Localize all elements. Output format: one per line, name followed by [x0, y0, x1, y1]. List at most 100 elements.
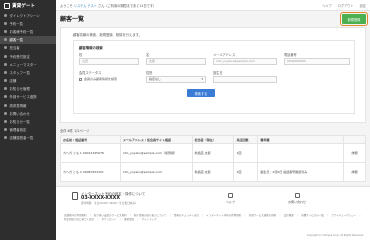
gender-field: 性別 指定なし ▾: [146, 70, 206, 83]
field-label: メールアドレス: [213, 53, 236, 57]
register-button[interactable]: 新規登録: [340, 12, 368, 26]
customer-phone: 09087654321: [82, 170, 104, 174]
sidebar-item-label: 店舗: [9, 79, 17, 84]
column-header: メールアドレス / 仮会員サイト確認: [119, 135, 193, 144]
status-field: 会員ステータス: [79, 70, 139, 76]
sidebar-item[interactable]: 外部サービス連携: [0, 93, 56, 101]
sidebar-item[interactable]: 予約受付設定: [0, 52, 56, 60]
sidebar-item-label: お客様予約一覧: [9, 29, 34, 34]
menu-icon: [4, 120, 7, 124]
sidebar-item[interactable]: お客様予約一覧: [0, 27, 56, 35]
results-count: 全件:6件 1/2ページ: [60, 129, 90, 133]
customer-name-link[interactable]: カヘガ とも 2: [63, 170, 82, 174]
footer-contact[interactable]: お問い合わせ: [288, 193, 306, 204]
menu-icon: [4, 103, 7, 107]
column-header: [343, 135, 366, 144]
customer-table: お名前 / 電話番号 メールアドレス / 仮会員サイト確認 担当者（現在） 来店…: [60, 135, 366, 182]
sidebar-item[interactable]: ダイレクトアシーン: [0, 11, 56, 19]
checkbox-icon[interactable]: [79, 77, 82, 81]
menu-icon: [4, 13, 7, 17]
phone-icon: [72, 192, 78, 200]
menu-icon: [4, 95, 7, 99]
customer-name-link[interactable]: カヘガ とも 1: [63, 151, 82, 155]
last-name-field: 姓 山田: [79, 52, 139, 65]
sidebar-item-label: スタッフ一覧: [9, 70, 30, 75]
checkbox-label: 会員のみ顧客情報を検索: [84, 77, 118, 81]
note-cell: [257, 143, 344, 163]
copyright: Copyright (c) Sample Corp. All Rights Re…: [306, 234, 364, 237]
sidebar-item[interactable]: お知らせ管理: [0, 85, 56, 93]
sidebar-item-label: 顧客一覧: [9, 38, 24, 43]
detail-button[interactable]: 詳細: [343, 143, 366, 163]
sidebar-item[interactable]: 顧客一覧: [0, 35, 56, 44]
sidebar-item[interactable]: 管理者設定: [0, 126, 56, 134]
sidebar: 賃貸ゲート ダイレクトアシーン 予約一覧 お客様予約一覧 顧客一覧 担当者 予約…: [0, 0, 56, 240]
footer-links[interactable]: 店舗様向け利用規約 ｜ 取り扱い支援のサービス規約 ｜ 個人情報の取り扱いについ…: [64, 214, 364, 221]
menu-icon: [4, 62, 7, 66]
customer-cell: カヘガ とも 2 09087654321: [60, 162, 121, 182]
visits-cell: 1回: [233, 162, 259, 182]
visits-cell: 1回: [233, 143, 259, 163]
sidebar-item[interactable]: メニューマスター: [0, 60, 56, 68]
sidebar-item-label: お知らせ一覧: [9, 120, 30, 125]
sidebar-item-label: 店舗運営者一覧: [9, 136, 34, 141]
search-card: 顧客情報の検索、新規登録、削除を行えます。 顧客情報の検索 姓 山田 名 太郎 …: [60, 27, 366, 123]
top-links: ヘルプ ログアウト 設定: [322, 3, 366, 8]
sidebar-item[interactable]: 店舗運営者一覧: [0, 134, 56, 142]
logout-link[interactable]: ログアウト: [338, 3, 354, 8]
menu-icon: [4, 79, 7, 83]
sidebar-item[interactable]: 予約一覧: [0, 19, 56, 27]
column-header: 備考欄: [257, 135, 344, 144]
menu-icon: [4, 46, 7, 50]
menu-icon: [4, 136, 7, 140]
column-header: 来店回数: [233, 135, 259, 144]
sidebar-item-label: ダイレクトアシーン: [9, 13, 40, 18]
sidebar-item[interactable]: お問い合わせ: [0, 109, 56, 117]
contact-block: インターネット予約の設定・操作について 03-XXXX-XXXX 受付時間 平日…: [72, 191, 145, 205]
sidebar-item-label: 予約一覧: [9, 21, 24, 26]
sidebar-item[interactable]: 請求書情報: [0, 101, 56, 109]
page-title: 顧客一覧: [60, 16, 85, 23]
field-label: 誕生日: [213, 71, 223, 75]
detail-button[interactable]: 詳細: [343, 162, 366, 182]
help-link[interactable]: ヘルプ: [322, 3, 332, 8]
sidebar-item-label: メニューマスター: [9, 62, 37, 67]
field-label: 電話番号: [284, 53, 297, 57]
email-input[interactable]: info_yoyaku@sample.com: [213, 57, 277, 65]
search-form: 顧客情報の検索 姓 山田 名 太郎 メールアドレス info_yoyaku@sa…: [73, 40, 355, 114]
sidebar-item-label: 請求書情報: [9, 103, 27, 108]
birthday-input[interactable]: [213, 75, 277, 83]
phone-input[interactable]: 0000000000: [284, 57, 350, 65]
sidebar-item[interactable]: 店舗: [0, 77, 56, 85]
chevron-down-icon: ▾: [201, 77, 203, 81]
table-row: カヘガ とも 1 09012345678 info_yoyaku@sample.…: [60, 143, 366, 163]
user-name-link[interactable]: システム テスト: [74, 4, 97, 8]
column-header: 担当者（現在）: [191, 135, 235, 144]
table-header-row: お名前 / 電話番号 メールアドレス / 仮会員サイト確認 担当者（現在） 来店…: [60, 135, 366, 144]
brand-name: 賃貸ゲート: [12, 3, 35, 9]
last-name-input[interactable]: 山田: [79, 57, 139, 65]
help-icon: [228, 193, 233, 198]
mail-icon: [294, 193, 300, 198]
field-label: 性別: [146, 71, 153, 75]
footer: インターネット予約の設定・操作について 03-XXXX-XXXX 受付時間 平日…: [56, 186, 370, 240]
brand-logo[interactable]: 賃貸ゲート: [0, 0, 56, 11]
sidebar-item[interactable]: 担当者: [0, 44, 56, 52]
footer-help[interactable]: ヘルプ: [226, 193, 235, 204]
member-only-checkbox[interactable]: 会員のみ顧客情報を検索: [79, 77, 117, 81]
trial-notice: さん（ご利用の期間まであと14日です）: [98, 3, 157, 8]
email-field: メールアドレス info_yoyaku@sample.com: [213, 52, 277, 65]
customer-phone: 09012345678: [82, 151, 104, 155]
gender-select[interactable]: 指定なし ▾: [146, 75, 206, 83]
sidebar-item[interactable]: スタッフ一覧: [0, 68, 56, 76]
search-button[interactable]: 検索する: [187, 89, 215, 97]
top-bar: ようこそ システム テスト さん（ご利用の期間まであと14日です） ヘルプ ログ…: [56, 0, 370, 11]
settings-link[interactable]: 設定: [360, 3, 366, 8]
sidebar-item[interactable]: お知らせ一覧: [0, 117, 56, 125]
sidebar-item-label: 担当者: [9, 46, 20, 51]
menu-icon: [4, 38, 7, 42]
column-header: お名前 / 電話番号: [60, 135, 121, 144]
first-name-input[interactable]: 太郎: [146, 57, 206, 65]
greeting-text: ようこそ: [60, 3, 73, 8]
menu-icon: [4, 128, 7, 132]
